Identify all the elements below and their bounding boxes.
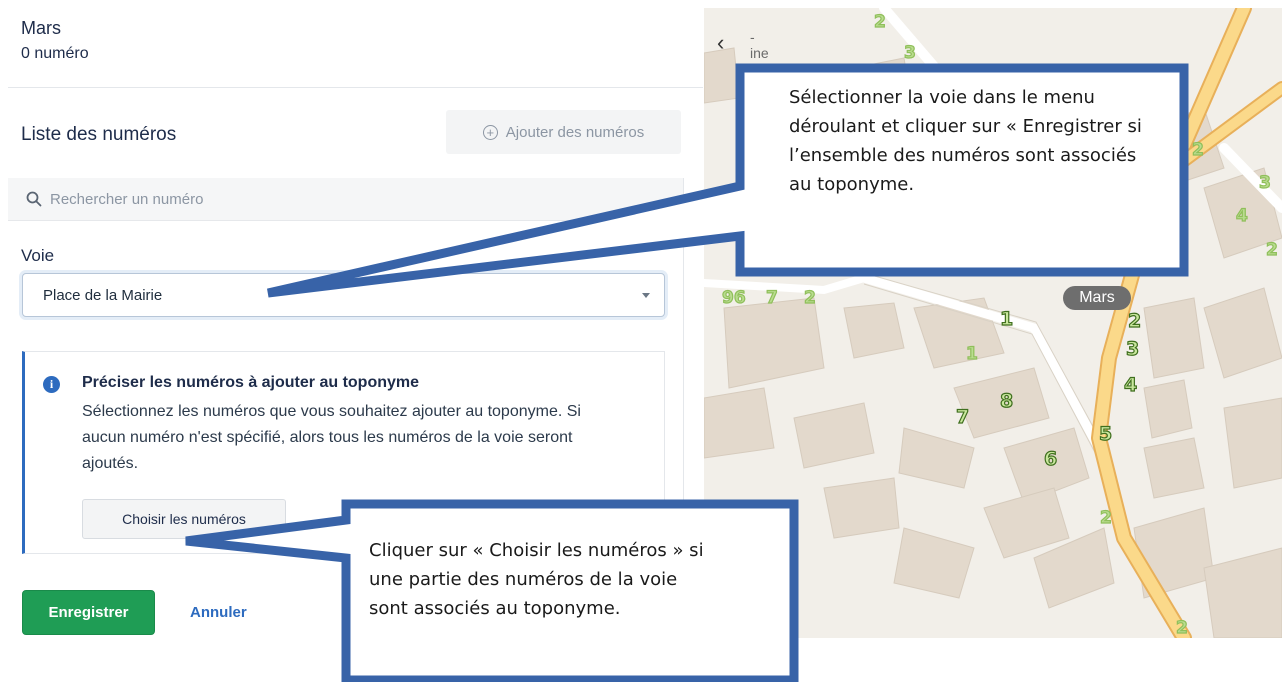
callout-text-voie: Sélectionner la voie dans le menu déroul… (789, 87, 1142, 195)
callout-text-choisir: Cliquer sur « Choisir les numéros » si u… (369, 540, 704, 619)
